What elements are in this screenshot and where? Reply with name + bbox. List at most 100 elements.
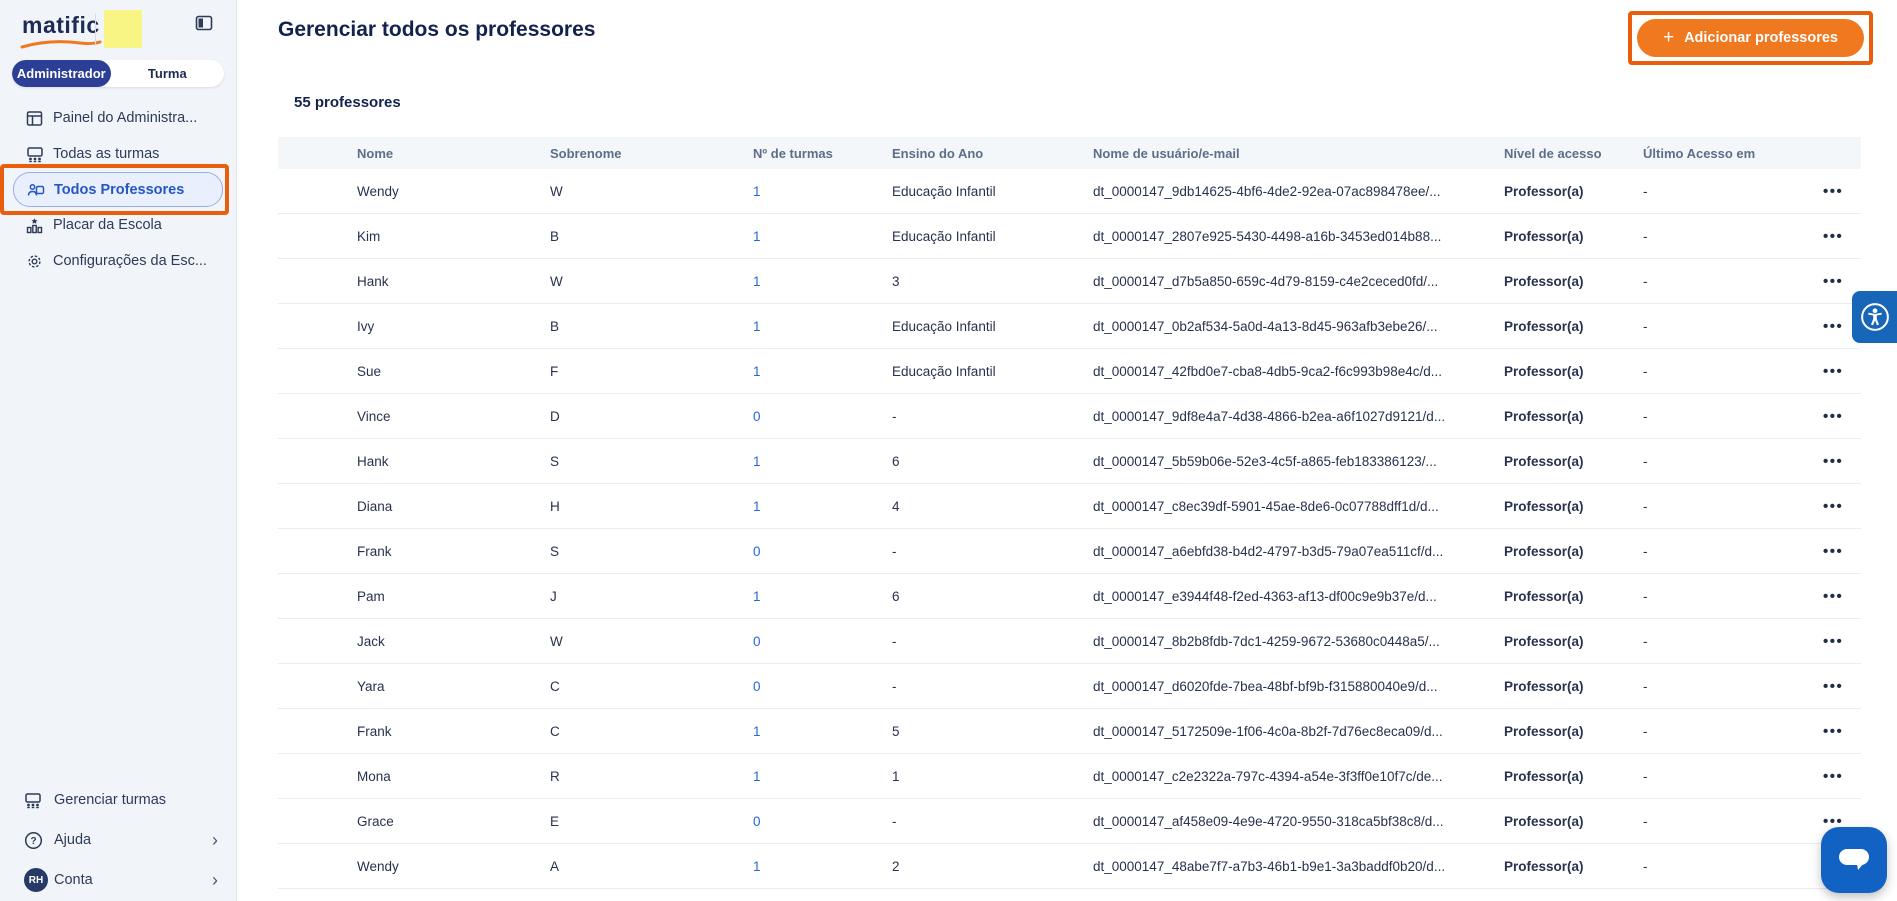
- cell-access-level: Professor(a): [1504, 274, 1643, 289]
- classes-count-link[interactable]: 1: [753, 274, 892, 289]
- cell-username-email: dt_0000147_48abe7f7-a7b3-46b1-b9e1-3a3ba…: [1093, 859, 1504, 874]
- cell-username-email: dt_0000147_5172509e-1f06-4c0a-8b2f-7d76e…: [1093, 724, 1504, 739]
- toggle-administrador[interactable]: Administrador: [12, 60, 111, 87]
- table-row: Pam J 1 6 dt_0000147_e3944f48-f2ed-4363-…: [278, 574, 1861, 619]
- row-actions-menu-icon[interactable]: •••: [1823, 768, 1861, 785]
- cell-grade: 6: [892, 454, 1093, 469]
- sidebar-item-painel[interactable]: Painel do Administra...: [0, 100, 236, 136]
- table-row: Hank W 1 3 dt_0000147_d7b5a850-659c-4d79…: [278, 259, 1861, 304]
- table-row: Frank C 1 5 dt_0000147_5172509e-1f06-4c0…: [278, 709, 1861, 754]
- cell-grade: 6: [892, 589, 1093, 604]
- sidebar-nav: Painel do Administra... Todas as turmas …: [0, 100, 236, 279]
- help-icon: ?: [24, 831, 54, 850]
- cell-last-name: F: [550, 364, 753, 379]
- cell-access-level: Professor(a): [1504, 184, 1643, 199]
- cell-last-access: -: [1643, 724, 1823, 739]
- column-header-sobrenome: Sobrenome: [550, 146, 753, 161]
- table-body: Wendy W 1 Educação Infantil dt_0000147_9…: [278, 169, 1861, 889]
- table-row: Frank S 0 - dt_0000147_a6ebfd38-b4d2-479…: [278, 529, 1861, 574]
- classes-count-link[interactable]: 0: [753, 544, 892, 559]
- sidebar-item-conta[interactable]: RH Conta ›: [0, 860, 236, 900]
- classes-count-link[interactable]: 1: [753, 769, 892, 784]
- classes-count-link[interactable]: 1: [753, 724, 892, 739]
- row-actions-menu-icon[interactable]: •••: [1823, 453, 1861, 470]
- classroom-icon: [24, 792, 54, 809]
- row-actions-menu-icon[interactable]: •••: [1823, 678, 1861, 695]
- row-actions-menu-icon[interactable]: •••: [1823, 543, 1861, 560]
- cell-access-level: Professor(a): [1504, 769, 1643, 784]
- cell-last-name: D: [550, 409, 753, 424]
- cell-first-name: Jack: [357, 634, 550, 649]
- chevron-right-icon: ›: [212, 830, 218, 851]
- cell-access-level: Professor(a): [1504, 544, 1643, 559]
- classes-count-link[interactable]: 1: [753, 499, 892, 514]
- sidebar-item-turmas[interactable]: Todas as turmas: [0, 136, 236, 172]
- sidebar-item-placar[interactable]: Placar da Escola: [0, 207, 236, 243]
- column-header-nome: Nome: [357, 146, 550, 161]
- row-actions-menu-icon[interactable]: •••: [1823, 183, 1861, 200]
- row-actions-menu-icon[interactable]: •••: [1823, 363, 1861, 380]
- row-actions-menu-icon[interactable]: •••: [1823, 723, 1861, 740]
- classes-count-link[interactable]: 1: [753, 229, 892, 244]
- classes-count-link[interactable]: 1: [753, 184, 892, 199]
- plus-icon: +: [1663, 27, 1674, 49]
- logo-divider: [95, 13, 96, 46]
- classes-count-link[interactable]: 0: [753, 814, 892, 829]
- cell-first-name: Frank: [357, 544, 550, 559]
- table-row: Sue F 1 Educação Infantil dt_0000147_42f…: [278, 349, 1861, 394]
- cell-first-name: Frank: [357, 724, 550, 739]
- annotation-box-add-button: + Adicionar professores: [1628, 11, 1873, 65]
- row-actions-menu-icon[interactable]: •••: [1823, 273, 1861, 290]
- row-actions-menu-icon[interactable]: •••: [1823, 588, 1861, 605]
- cell-last-access: -: [1643, 679, 1823, 694]
- row-actions-menu-icon[interactable]: •••: [1823, 228, 1861, 245]
- dashboard-icon: [26, 110, 53, 127]
- toggle-turma[interactable]: Turma: [111, 60, 224, 87]
- classes-count-link[interactable]: 1: [753, 454, 892, 469]
- row-actions-menu-icon[interactable]: •••: [1823, 408, 1861, 425]
- add-teachers-button[interactable]: + Adicionar professores: [1637, 19, 1864, 57]
- classes-count-link[interactable]: 1: [753, 859, 892, 874]
- classes-count-link[interactable]: 0: [753, 409, 892, 424]
- page-title: Gerenciar todos os professores: [278, 18, 595, 42]
- classes-count-link[interactable]: 1: [753, 364, 892, 379]
- cell-username-email: dt_0000147_2807e925-5430-4498-a16b-3453e…: [1093, 229, 1504, 244]
- cell-last-name: R: [550, 769, 753, 784]
- cell-last-name: H: [550, 499, 753, 514]
- sidebar-item-ajuda[interactable]: ? Ajuda ›: [0, 820, 236, 860]
- leaderboard-icon: [26, 217, 53, 234]
- column-header-email: Nome de usuário/e-mail: [1093, 146, 1504, 161]
- cell-access-level: Professor(a): [1504, 454, 1643, 469]
- cell-last-name: A: [550, 859, 753, 874]
- cell-username-email: dt_0000147_8b2b8fdb-7dc1-4259-9672-53680…: [1093, 634, 1504, 649]
- table-row: Wendy W 1 Educação Infantil dt_0000147_9…: [278, 169, 1861, 214]
- classroom-icon: [26, 146, 53, 163]
- table-row: Kim B 1 Educação Infantil dt_0000147_280…: [278, 214, 1861, 259]
- classes-count-link[interactable]: 1: [753, 589, 892, 604]
- cell-first-name: Pam: [357, 589, 550, 604]
- cell-grade: 5: [892, 724, 1093, 739]
- sidebar: matific Administrador Turma Painel do Ad…: [0, 0, 237, 901]
- row-actions-menu-icon[interactable]: •••: [1823, 498, 1861, 515]
- cell-username-email: dt_0000147_a6ebfd38-b4d2-4797-b3d5-79a07…: [1093, 544, 1504, 559]
- accessibility-icon: [1860, 302, 1890, 332]
- column-header-nivel: Nível de acesso: [1504, 146, 1643, 161]
- cell-grade: 2: [892, 859, 1093, 874]
- classes-count-link[interactable]: 0: [753, 634, 892, 649]
- sidebar-item-label: Configurações da Esc...: [53, 253, 207, 269]
- cell-first-name: Wendy: [357, 859, 550, 874]
- cell-grade: Educação Infantil: [892, 229, 1093, 244]
- cell-grade: Educação Infantil: [892, 184, 1093, 199]
- classes-count-link[interactable]: 1: [753, 319, 892, 334]
- accessibility-widget-button[interactable]: [1852, 291, 1897, 343]
- sidebar-item-professores[interactable]: Todos Professores: [13, 172, 223, 207]
- row-actions-menu-icon[interactable]: •••: [1823, 633, 1861, 650]
- sidebar-collapse-icon[interactable]: [195, 14, 213, 32]
- cell-last-access: -: [1643, 364, 1823, 379]
- cell-last-name: W: [550, 634, 753, 649]
- classes-count-link[interactable]: 0: [753, 679, 892, 694]
- cell-grade: -: [892, 814, 1093, 829]
- sidebar-item-gerenciar-turmas[interactable]: Gerenciar turmas: [0, 780, 236, 820]
- chat-widget-button[interactable]: [1821, 827, 1887, 893]
- sidebar-item-configuracoes[interactable]: Configurações da Esc...: [0, 243, 236, 279]
